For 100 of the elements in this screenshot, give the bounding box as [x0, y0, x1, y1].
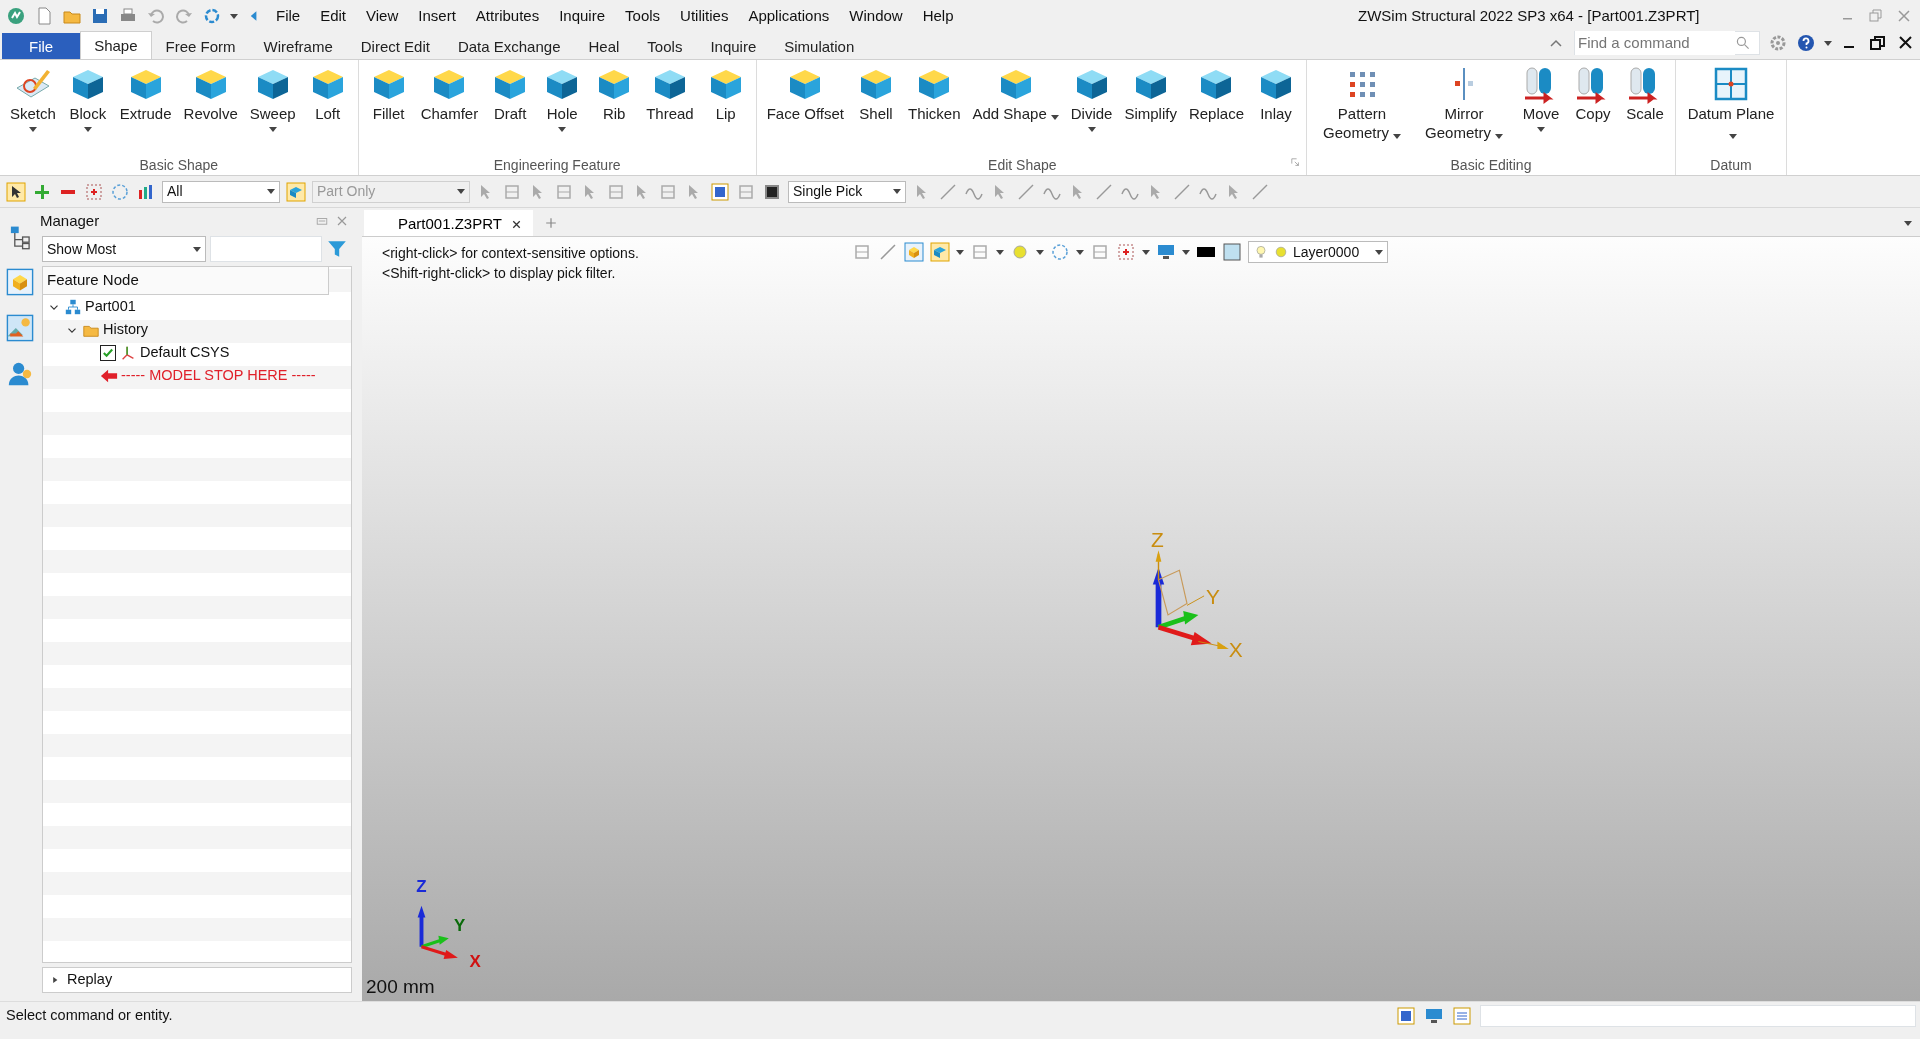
- ribbon-button[interactable]: Face Offset: [760, 62, 850, 125]
- ribbon-button[interactable]: Thicken: [901, 62, 967, 125]
- viewport[interactable]: <right-click> for context-sensitive options. <Shift-right-click> to display pick filter. Layer0000 Z Y X Z Y X 200 mm: [362, 236, 1920, 1001]
- app-logo-icon[interactable]: [6, 6, 26, 26]
- eraser-icon[interactable]: [878, 242, 898, 262]
- ribbon-button[interactable]: Simplify: [1118, 62, 1183, 125]
- menu-item[interactable]: Insert: [412, 2, 462, 30]
- replay-bar[interactable]: Replay: [42, 967, 352, 993]
- caret-icon[interactable]: [893, 189, 901, 194]
- refresh-icon[interactable]: [202, 6, 222, 26]
- ribbon-button[interactable]: Thread: [640, 62, 700, 125]
- ribbon-tab[interactable]: Direct Edit: [346, 33, 444, 59]
- caret-icon[interactable]: [1036, 249, 1044, 255]
- ribbon-button[interactable]: Pattern Geometry: [1311, 62, 1413, 144]
- caret-icon[interactable]: [956, 249, 964, 255]
- dialog-launcher-icon[interactable]: [1290, 157, 1302, 169]
- ribbon-tab[interactable]: Free Form: [151, 33, 250, 59]
- menu-item[interactable]: Inquire: [553, 2, 612, 30]
- select-pointer-icon[interactable]: [6, 181, 26, 202]
- caret-icon[interactable]: [1050, 114, 1059, 120]
- ribbon-button[interactable]: Move: [1515, 62, 1567, 134]
- caret-icon[interactable]: [558, 127, 567, 132]
- menu-item[interactable]: View: [360, 2, 405, 30]
- layout-icon[interactable]: [1396, 1005, 1416, 1026]
- menu-item[interactable]: File: [270, 2, 307, 30]
- ribbon-tab[interactable]: Tools: [633, 33, 697, 59]
- ribbon-button[interactable]: Lip: [699, 62, 752, 125]
- view-dropdown[interactable]: Show Most: [42, 236, 206, 262]
- ribbon-tab[interactable]: Inquire: [696, 33, 771, 59]
- caret-icon[interactable]: [1824, 40, 1832, 46]
- menu-item[interactable]: Applications: [742, 2, 836, 30]
- restore-icon[interactable]: [1868, 33, 1888, 53]
- pick-box-icon[interactable]: [84, 181, 104, 202]
- line-icon[interactable]: [1172, 181, 1192, 202]
- caret-icon[interactable]: [267, 189, 275, 194]
- sphere-icon[interactable]: [1010, 242, 1030, 262]
- caret-icon[interactable]: [230, 13, 238, 19]
- ribbon-button[interactable]: Mirror Geometry: [1413, 62, 1515, 144]
- cube-icon[interactable]: [904, 242, 924, 262]
- caret-icon[interactable]: [83, 127, 92, 132]
- menu-item[interactable]: Window: [843, 2, 909, 30]
- tab-list-icon[interactable]: [1904, 221, 1912, 226]
- circle-select-icon[interactable]: [110, 181, 130, 202]
- file-menu-tab[interactable]: File: [2, 33, 81, 59]
- picture-panel-icon[interactable]: [6, 314, 34, 342]
- ribbon-button[interactable]: Datum Plane: [1680, 62, 1782, 144]
- ribbon-button[interactable]: Inlay: [1250, 62, 1302, 125]
- ribbon-button[interactable]: Rib: [588, 62, 641, 125]
- line-icon[interactable]: [1250, 181, 1270, 202]
- menu-item[interactable]: Utilities: [674, 2, 735, 30]
- model-stop-marker[interactable]: ----- MODEL STOP HERE -----: [121, 364, 316, 387]
- checkbox[interactable]: [100, 344, 116, 361]
- filter-field[interactable]: [210, 236, 322, 262]
- ribbon-button[interactable]: Revolve: [177, 62, 244, 125]
- command-input[interactable]: [1480, 1004, 1916, 1027]
- pick-mode-dropdown[interactable]: Single Pick: [788, 180, 906, 203]
- help-icon[interactable]: [1796, 33, 1816, 53]
- part-scope-icon[interactable]: [286, 181, 306, 202]
- ribbon-button[interactable]: Draft: [484, 62, 537, 125]
- caret-icon[interactable]: [1729, 133, 1737, 139]
- tree-item[interactable]: Part001: [85, 295, 136, 318]
- ribbon-button[interactable]: Divide: [1064, 62, 1119, 134]
- layer-dropdown[interactable]: Layer0000: [1248, 241, 1388, 263]
- line-icon[interactable]: [1016, 181, 1036, 202]
- ribbon-button[interactable]: Block: [61, 62, 114, 134]
- caret-icon[interactable]: [996, 249, 1004, 255]
- ribbon-tab[interactable]: Heal: [574, 33, 634, 59]
- caret-icon[interactable]: [1076, 249, 1084, 255]
- caret-icon[interactable]: [1087, 127, 1096, 132]
- ribbon-button[interactable]: Sweep: [243, 62, 302, 134]
- ribbon-button[interactable]: Extrude: [113, 62, 178, 125]
- caret-icon[interactable]: [1375, 249, 1383, 255]
- window-icon[interactable]: [710, 181, 730, 202]
- document-tab[interactable]: Part001.Z3PRT: [364, 210, 533, 236]
- caret-icon[interactable]: [1142, 249, 1150, 255]
- ribbon-button[interactable]: Fillet: [362, 62, 415, 125]
- caret-icon[interactable]: [1182, 249, 1190, 255]
- caret-icon[interactable]: [1494, 133, 1503, 139]
- ribbon-tab[interactable]: Simulation: [770, 33, 869, 59]
- menu-item[interactable]: Help: [916, 2, 960, 30]
- menu-item[interactable]: Tools: [619, 2, 667, 30]
- ribbon-button[interactable]: Shell: [849, 62, 902, 125]
- caret-icon[interactable]: [193, 246, 201, 252]
- settings-icon[interactable]: [1768, 33, 1788, 53]
- caret-icon[interactable]: [1392, 133, 1401, 139]
- caret-icon[interactable]: [1537, 127, 1545, 132]
- ribbon-button[interactable]: Hole: [536, 62, 589, 134]
- ribbon-tab[interactable]: Data Exchange: [443, 33, 575, 59]
- shaded-cube-icon[interactable]: [930, 242, 950, 262]
- menu-item[interactable]: Attributes: [469, 2, 546, 30]
- caret-icon[interactable]: [268, 127, 277, 132]
- color-swatch-icon[interactable]: [1222, 242, 1242, 262]
- ribbon-tab[interactable]: Wireframe: [249, 33, 347, 59]
- ribbon-button[interactable]: Sketch: [4, 62, 62, 134]
- tree-item[interactable]: History: [103, 318, 149, 341]
- ribbon-button[interactable]: Scale: [1619, 62, 1671, 125]
- search-field[interactable]: Find a command: [1574, 31, 1760, 55]
- ribbon-tab[interactable]: Shape: [80, 31, 152, 59]
- ribbon-button[interactable]: Chamfer: [414, 62, 485, 125]
- ribbon-button[interactable]: Add Shape: [966, 62, 1065, 125]
